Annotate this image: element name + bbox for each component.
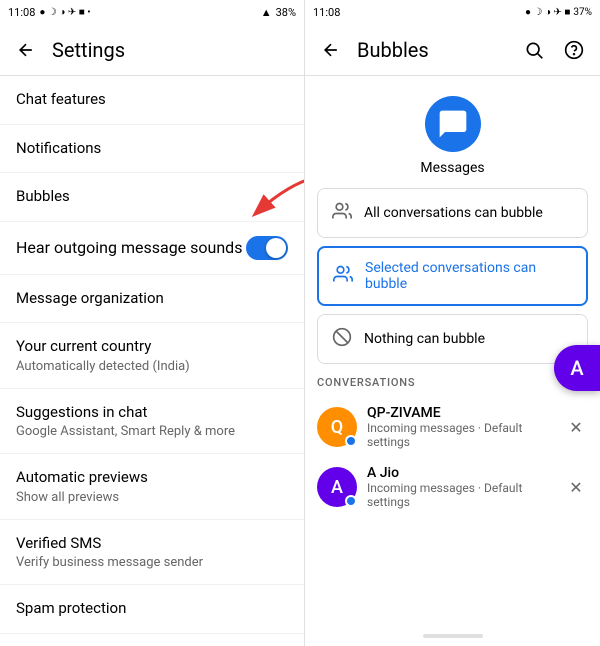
verified-sms-label: Verified SMS	[16, 534, 288, 554]
bubbles-label: Bubbles	[16, 187, 288, 207]
scroll-hint	[423, 634, 483, 638]
spam-label: Spam protection	[16, 599, 288, 619]
time-left: 11:08	[8, 6, 35, 19]
left-title: Settings	[52, 38, 125, 62]
conversation-item-qp[interactable]: Q QP-ZIVAME Incoming messages · Default …	[317, 397, 588, 457]
left-header: Settings	[0, 24, 304, 76]
left-status-time: 11:08 ● ☽ ◑ ✈ ■ •	[8, 6, 91, 19]
left-status-bar: 11:08 ● ☽ ◑ ✈ ■ • ▲ 38%	[0, 0, 304, 24]
conv-name-ajio: A Jio	[367, 465, 564, 481]
conv-close-ajio[interactable]: ✕	[564, 475, 588, 499]
conv-avatar-letter-qp: Q	[331, 417, 343, 438]
selected-conversations-label: Selected conversations can bubble	[365, 260, 572, 292]
conversations-section: CONVERSATIONS Q QP-ZIVAME Incoming messa…	[305, 364, 600, 517]
conv-info-ajio: A Jio Incoming messages · Default settin…	[367, 465, 564, 509]
hear-sounds-toggle[interactable]	[246, 236, 288, 260]
left-panel: 11:08 ● ☽ ◑ ✈ ■ • ▲ 38% Settings Chat fe…	[0, 0, 305, 646]
conv-desc-qp: Incoming messages · Default settings	[367, 421, 564, 449]
conv-name-qp: QP-ZIVAME	[367, 405, 564, 421]
selected-conversations-icon	[333, 264, 353, 288]
auto-previews-subtitle: Show all previews	[16, 490, 288, 505]
right-battery: 37%	[573, 7, 592, 18]
right-status-icons: ● ☽ ◑ ✈ ■ 37%	[525, 7, 592, 18]
bubble-option-selected[interactable]: Selected conversations can bubble	[317, 246, 588, 306]
right-time: 11:08	[313, 6, 340, 19]
country-label: Your current country	[16, 337, 288, 357]
conv-close-qp[interactable]: ✕	[564, 415, 588, 439]
settings-item-suggestions[interactable]: Suggestions in chat Google Assistant, Sm…	[0, 389, 304, 455]
right-title: Bubbles	[357, 38, 429, 62]
settings-item-spam[interactable]: Spam protection	[0, 585, 304, 634]
messages-app-icon	[425, 96, 481, 152]
settings-item-auto-previews[interactable]: Automatic previews Show all previews	[0, 454, 304, 520]
settings-item-verified-sms[interactable]: Verified SMS Verify business message sen…	[0, 520, 304, 586]
right-spacer	[305, 517, 600, 634]
settings-item-notifications[interactable]: Notifications	[0, 125, 304, 174]
floating-bubble-avatar[interactable]: A	[554, 345, 600, 391]
right-header: Bubbles	[305, 24, 600, 76]
settings-item-bubbles[interactable]: Bubbles	[0, 173, 304, 222]
verified-sms-subtitle: Verify business message sender	[16, 555, 288, 570]
all-conversations-icon	[332, 201, 352, 225]
right-back-button[interactable]	[313, 32, 349, 68]
left-status-right: ▲ 38%	[261, 6, 296, 19]
conversation-item-ajio[interactable]: A A Jio Incoming messages · Default sett…	[317, 457, 588, 517]
app-name-label: Messages	[420, 160, 484, 176]
conv-desc-ajio: Incoming messages · Default settings	[367, 481, 564, 509]
suggestions-label: Suggestions in chat	[16, 403, 288, 423]
settings-item-country[interactable]: Your current country Automatically detec…	[0, 323, 304, 389]
settings-list: Chat features Notifications Bubbles Hear…	[0, 76, 304, 646]
right-header-icons	[516, 32, 592, 68]
hear-sounds-label: Hear outgoing message sounds	[16, 238, 242, 257]
nothing-can-bubble-icon	[332, 327, 352, 351]
conv-status-dot-ajio	[345, 495, 357, 507]
right-header-left: Bubbles	[313, 32, 429, 68]
help-button[interactable]	[556, 32, 592, 68]
battery-left: 38%	[276, 6, 296, 19]
status-icons-left: ● ☽ ◑ ✈ ■ •	[39, 7, 90, 18]
bubble-option-nothing[interactable]: Nothing can bubble	[317, 314, 588, 364]
all-conversations-label: All conversations can bubble	[364, 205, 543, 221]
suggestions-subtitle: Google Assistant, Smart Reply & more	[16, 424, 288, 439]
notifications-label: Notifications	[16, 139, 288, 159]
country-subtitle: Automatically detected (India)	[16, 359, 288, 374]
search-button[interactable]	[516, 32, 552, 68]
message-org-label: Message organization	[16, 289, 288, 309]
bubble-option-all[interactable]: All conversations can bubble	[317, 188, 588, 238]
settings-item-chat-features[interactable]: Chat features	[0, 76, 304, 125]
auto-previews-label: Automatic previews	[16, 468, 288, 488]
settings-item-hear-sounds[interactable]: Hear outgoing message sounds	[0, 222, 304, 275]
conv-info-qp: QP-ZIVAME Incoming messages · Default se…	[367, 405, 564, 449]
chat-features-label: Chat features	[16, 90, 288, 110]
app-icon-section: Messages	[305, 76, 600, 188]
conv-status-dot-qp	[345, 435, 357, 447]
nothing-can-bubble-label: Nothing can bubble	[364, 331, 485, 347]
conv-avatar-letter-ajio: A	[331, 477, 343, 498]
conversations-section-label: CONVERSATIONS	[317, 376, 588, 389]
right-panel: 11:08 ● ☽ ◑ ✈ ■ 37% Bubbles	[305, 0, 600, 646]
bubble-options: All conversations can bubble Selected co…	[305, 188, 600, 364]
right-status-bar: 11:08 ● ☽ ◑ ✈ ■ 37%	[305, 0, 600, 24]
left-back-button[interactable]	[8, 32, 44, 68]
settings-item-advanced[interactable]: Advanced	[0, 634, 304, 646]
conv-avatar-qp: Q	[317, 407, 357, 447]
settings-item-message-org[interactable]: Message organization	[0, 275, 304, 324]
conv-avatar-ajio: A	[317, 467, 357, 507]
wifi-icon-left: ▲	[261, 6, 272, 19]
